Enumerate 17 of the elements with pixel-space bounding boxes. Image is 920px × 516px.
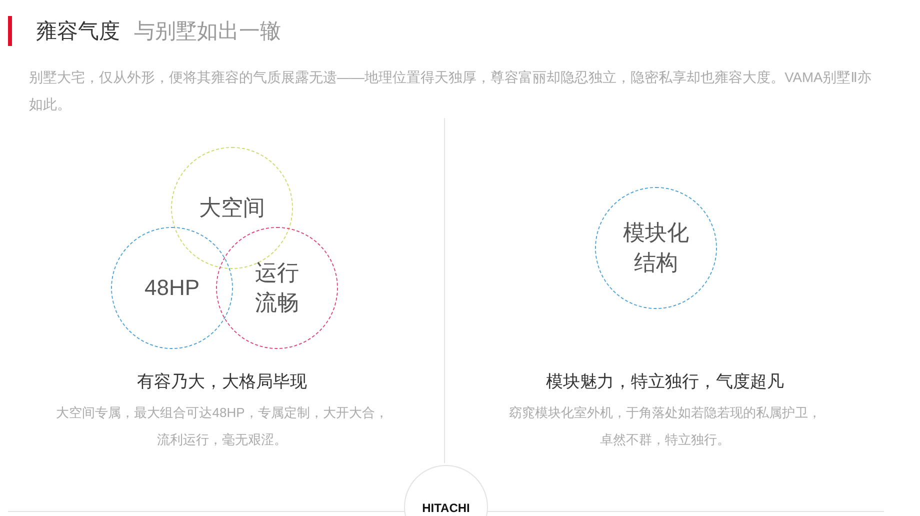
feature-description: 流利运行，毫无艰涩。	[156, 431, 288, 449]
feature-description: 卓然不群，特立独行。	[599, 431, 731, 449]
feature-title: 模块魅力，特立独行，气度超凡	[546, 371, 784, 393]
bubble-label: 模块化	[623, 219, 689, 247]
bubble-label: 结构	[634, 249, 678, 277]
feature-description: 大空间专属，最大组合可达48HP，专属定制，大开大合，	[56, 404, 388, 422]
section-title: 雍容气度	[36, 19, 120, 45]
bubble-label: 运行	[255, 259, 299, 287]
accent-bar	[8, 16, 12, 46]
bubble-label: 流畅	[255, 289, 299, 317]
feature-title: 有容乃大，大格局毕现	[137, 371, 307, 393]
bubble-label: 大空间	[199, 194, 265, 222]
intro-paragraph: 别墅大宅，仅从外形，便将其雍容的气质展露无遗——地理位置得天独厚，尊容富丽却隐忍独立，隐密私享却也雍容大度。VAMA别墅Ⅱ亦如此。	[29, 69, 872, 114]
bubble-label: 48HP	[144, 274, 200, 302]
feature-description: 窈窕模块化室外机，于角落处如若隐若现的私属护卫，	[509, 404, 821, 422]
brand-logo: HITACHI	[422, 501, 470, 515]
section-subtitle: 与别墅如出一辙	[134, 19, 281, 45]
